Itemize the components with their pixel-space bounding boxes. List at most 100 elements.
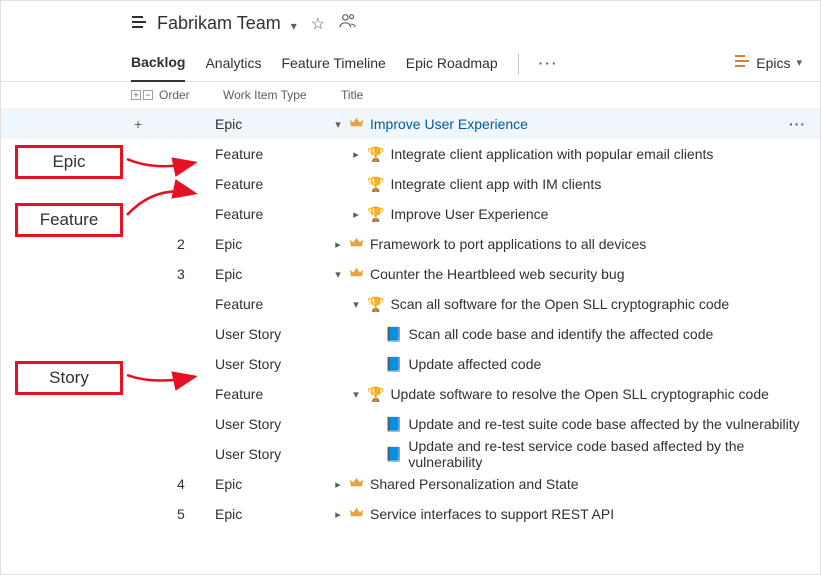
table-row[interactable]: 5Epic▸ Service interfaces to support REST… (1, 499, 820, 529)
title-cell: 📘Scan all code base and identify the aff… (333, 326, 820, 343)
title-cell: ▾ Counter the Heartbleed web security bug (333, 265, 820, 283)
star-icon[interactable]: ☆ (311, 14, 325, 34)
table-row[interactable]: Feature▸🏆Improve User Experience (1, 199, 820, 229)
crown-icon (349, 235, 364, 253)
crown-icon (349, 505, 364, 523)
table-row[interactable]: Feature ▾ 🏆 Scan all software for the Open … (1, 289, 820, 319)
title-cell: 📘 Update and re-test suite code base affe… (333, 416, 820, 433)
type-cell: Epic (215, 116, 333, 132)
title-cell: ▾ Improve User Experience (333, 115, 820, 133)
order-cell: 5 (131, 506, 215, 522)
chevron-right-icon[interactable]: ▸ (351, 208, 361, 221)
order-cell: 2 (131, 236, 215, 252)
type-cell: Epic (215, 476, 333, 492)
table-row[interactable]: User Story 📘 Update and re-test service co… (1, 439, 820, 469)
backlog-grid: +Epic▾Improve User Experience···Feature▸… (1, 109, 820, 529)
table-row[interactable]: User Story📘Update affected code (1, 349, 820, 379)
backlog-level-selector[interactable]: Epics ▾ (734, 54, 802, 81)
team-icon (131, 14, 147, 33)
table-row[interactable]: Feature ▾ 🏆 Update software to resolve the … (1, 379, 820, 409)
table-row[interactable]: Feature▸🏆Integrate client application wi… (1, 139, 820, 169)
title-cell: ▸🏆Improve User Experience (333, 206, 820, 223)
title-text: Framework to port applications to all de… (370, 236, 646, 252)
title-text: Improve User Experience (390, 206, 548, 222)
type-cell: Feature (215, 146, 333, 162)
type-cell: Feature (215, 296, 333, 312)
expand-all-button[interactable]: + (131, 90, 141, 100)
tab-analytics[interactable]: Analytics (205, 55, 261, 81)
annotation-feature: Feature (15, 203, 123, 237)
title-text: Update affected code (408, 356, 541, 372)
trophy-icon: 🏆 (367, 146, 384, 163)
title-cell: ▾ 🏆 Update software to resolve the Open SL… (333, 386, 820, 403)
crown-icon (349, 475, 364, 493)
chevron-down-icon[interactable]: ▾ (291, 19, 297, 33)
title-text: Service interfaces to support REST API (370, 506, 614, 522)
chevron-down-icon[interactable]: ▾ (351, 388, 361, 401)
type-cell: User Story (215, 326, 333, 342)
chevron-right-icon[interactable]: ▸ (333, 478, 343, 491)
title-cell: ▸ Service interfaces to support REST API (333, 505, 820, 523)
chevron-right-icon[interactable]: ▸ (333, 238, 343, 251)
col-work-item-type[interactable]: Work Item Type (223, 88, 341, 102)
book-icon: 📘 (385, 416, 402, 433)
annotation-epic: Epic (15, 145, 123, 179)
table-row[interactable]: Feature 🏆 Integrate client app with IM cli… (1, 169, 820, 199)
more-tabs-icon[interactable]: ··· (539, 55, 559, 81)
col-order[interactable]: Order (159, 88, 223, 102)
type-cell: User Story (215, 416, 333, 432)
title-text: Shared Personalization and State (370, 476, 579, 492)
chevron-down-icon: ▾ (796, 56, 802, 69)
title-text: Update and re-test service code based af… (408, 438, 820, 470)
chevron-down-icon[interactable]: ▾ (351, 298, 361, 311)
title-cell: ▸ Framework to port applications to all d… (333, 235, 820, 253)
type-cell: Epic (215, 266, 333, 282)
col-title[interactable]: Title (341, 88, 820, 102)
chevron-down-icon[interactable]: ▾ (333, 118, 343, 131)
tabs-bar: Backlog Analytics Feature Timeline Epic … (1, 34, 820, 82)
book-icon: 📘 (385, 356, 402, 373)
title-text: Integrate client app with IM clients (390, 176, 601, 192)
team-name[interactable]: Fabrikam Team (157, 13, 281, 34)
epics-hamburger-icon (734, 54, 750, 71)
table-row[interactable]: + Epic▾ Improve User Experience ··· (1, 109, 820, 139)
title-cell: ▸🏆Integrate client application with popu… (333, 146, 820, 163)
book-icon: 📘 (385, 446, 402, 463)
type-cell: Epic (215, 506, 333, 522)
title-cell: 🏆 Integrate client app with IM clients (333, 176, 820, 193)
table-row[interactable]: User Story📘Scan all code base and identi… (1, 319, 820, 349)
title-text: Counter the Heartbleed web security bug (370, 266, 624, 282)
title-cell: 📘 Update affected code (333, 356, 820, 373)
trophy-icon: 🏆 (367, 296, 384, 313)
add-item-button[interactable]: + (134, 116, 142, 132)
chevron-right-icon[interactable]: ▸ (351, 148, 361, 161)
title-text[interactable]: Improve User Experience (370, 116, 528, 132)
table-row[interactable]: User Story 📘 Update and re-test suite code… (1, 409, 820, 439)
order-cell: 3 (131, 266, 215, 282)
page-header: Fabrikam Team ▾ ☆ (1, 1, 820, 34)
type-cell: Epic (215, 236, 333, 252)
table-row[interactable]: 3Epic▾ Counter the Heartbleed web securit… (1, 259, 820, 289)
tab-backlog[interactable]: Backlog (131, 54, 185, 82)
title-cell: ▾ 🏆 Scan all software for the Open SLL cry… (333, 296, 820, 313)
type-cell: Feature (215, 386, 333, 402)
type-cell: Feature (215, 176, 333, 192)
row-actions-icon[interactable]: ··· (789, 116, 806, 132)
chevron-down-icon[interactable]: ▾ (333, 268, 343, 281)
table-row[interactable]: 2Epic▸ Framework to port applications to … (1, 229, 820, 259)
trophy-icon: 🏆 (367, 386, 384, 403)
title-text: Update and re-test suite code base affec… (408, 416, 799, 432)
column-headers: + − Order Work Item Type Title (1, 82, 820, 109)
collapse-all-button[interactable]: − (143, 90, 153, 100)
title-text: Update software to resolve the Open SLL … (390, 386, 768, 402)
tab-epic-roadmap[interactable]: Epic Roadmap (406, 55, 498, 81)
crown-icon (349, 265, 364, 283)
title-text: Scan all software for the Open SLL crypt… (390, 296, 729, 312)
table-row[interactable]: 4Epic▸Shared Personalization and State (1, 469, 820, 499)
tab-feature-timeline[interactable]: Feature Timeline (282, 55, 386, 81)
trophy-icon: 🏆 (367, 176, 384, 193)
type-cell: User Story (215, 446, 333, 462)
title-cell: 📘 Update and re-test service code based a… (333, 438, 820, 470)
people-icon[interactable] (339, 13, 357, 34)
chevron-right-icon[interactable]: ▸ (333, 508, 343, 521)
